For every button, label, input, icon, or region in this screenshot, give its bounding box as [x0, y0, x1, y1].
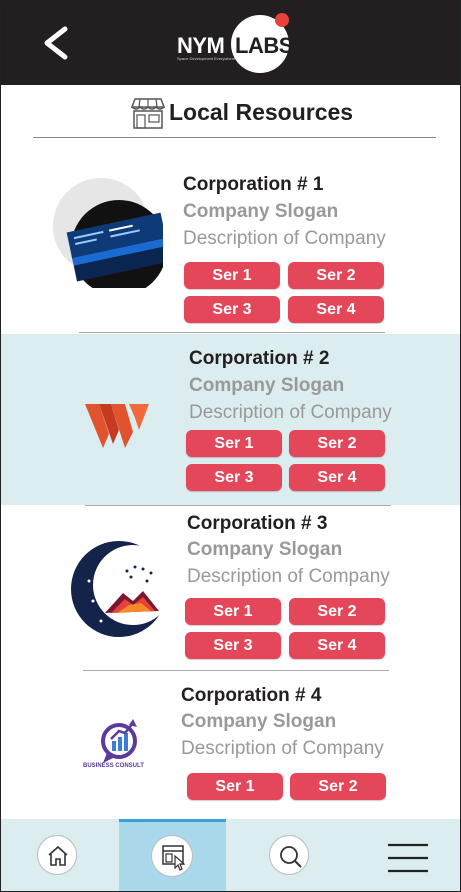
storefront-icon: [131, 98, 165, 129]
logo-text-labs: LABS: [235, 33, 293, 58]
menu-icon: [388, 843, 428, 873]
app-screen: NYM LABS Space Development Everywhere Lo…: [0, 0, 461, 892]
top-bar: NYM LABS Space Development Everywhere: [1, 1, 460, 85]
company-name: Corporation # 2: [189, 348, 330, 369]
service-button-2[interactable]: Ser 2: [288, 262, 384, 289]
company-description: Description of Company: [181, 738, 384, 759]
service-button-4[interactable]: Ser 4: [288, 296, 384, 323]
service-button-1[interactable]: Ser 1: [186, 430, 282, 457]
company-card[interactable]: Corporation # 3 Company Slogan Descripti…: [1, 505, 460, 671]
company-name: Corporation # 1: [183, 174, 324, 195]
nav-menu-button[interactable]: [387, 841, 429, 875]
company-description: Description of Company: [187, 566, 390, 587]
nymlabs-logo[interactable]: NYM LABS Space Development Everywhere: [173, 13, 293, 75]
service-button-4[interactable]: Ser 4: [289, 464, 385, 491]
company-logo: [85, 404, 149, 448]
card-divider: [79, 332, 385, 333]
company-description: Description of Company: [189, 402, 392, 423]
company-name: Corporation # 4: [181, 685, 322, 706]
service-button-3[interactable]: Ser 3: [186, 464, 282, 491]
business-card-logo-icon: [53, 178, 171, 296]
back-button[interactable]: [37, 21, 77, 65]
service-button-1[interactable]: Ser 1: [187, 773, 283, 800]
company-slogan: Company Slogan: [187, 539, 343, 560]
company-card[interactable]: Corporation # 2 Company Slogan Descripti…: [1, 334, 460, 505]
service-button-2[interactable]: Ser 2: [289, 598, 385, 625]
service-button-2[interactable]: Ser 2: [289, 430, 385, 457]
nav-directory-button[interactable]: [151, 835, 195, 879]
chevron-left-icon: [44, 26, 68, 60]
nav-search-button[interactable]: [269, 835, 311, 877]
company-slogan: Company Slogan: [181, 711, 337, 732]
logo-dot: [275, 13, 289, 27]
company-name: Corporation # 3: [187, 513, 328, 534]
service-button-3[interactable]: Ser 3: [184, 296, 280, 323]
page-title-row: Local Resources: [1, 97, 460, 129]
service-button-3[interactable]: Ser 3: [185, 632, 281, 659]
home-icon: [48, 845, 68, 866]
logo-tagline: Space Development Everywhere: [177, 56, 236, 61]
company-slogan: Company Slogan: [189, 375, 345, 396]
card-divider: [85, 505, 391, 506]
nav-home-button[interactable]: [37, 835, 79, 877]
moon-mountain-logo-icon: [71, 541, 173, 637]
company-logo: [53, 178, 171, 296]
company-card[interactable]: Corporation # 1 Company Slogan Descripti…: [1, 166, 460, 334]
service-button-4[interactable]: Ser 4: [289, 632, 385, 659]
title-divider: [33, 137, 436, 138]
directory-icon: [162, 845, 186, 871]
logo-caption: BUSINESS CONSULT: [83, 763, 144, 769]
service-button-1[interactable]: Ser 1: [184, 262, 280, 289]
search-icon: [280, 846, 302, 868]
page-title: Local Resources: [169, 99, 354, 125]
w-letter-logo-icon: [85, 404, 149, 448]
company-logo: [71, 541, 173, 637]
service-button-1[interactable]: Ser 1: [185, 598, 281, 625]
company-slogan: Company Slogan: [183, 201, 339, 222]
service-button-2[interactable]: Ser 2: [290, 773, 386, 800]
company-logo: BUSINESS CONSULT: [69, 695, 169, 795]
company-card[interactable]: BUSINESS CONSULT Corporation # 4 Company…: [1, 671, 460, 819]
company-description: Description of Company: [183, 228, 386, 249]
